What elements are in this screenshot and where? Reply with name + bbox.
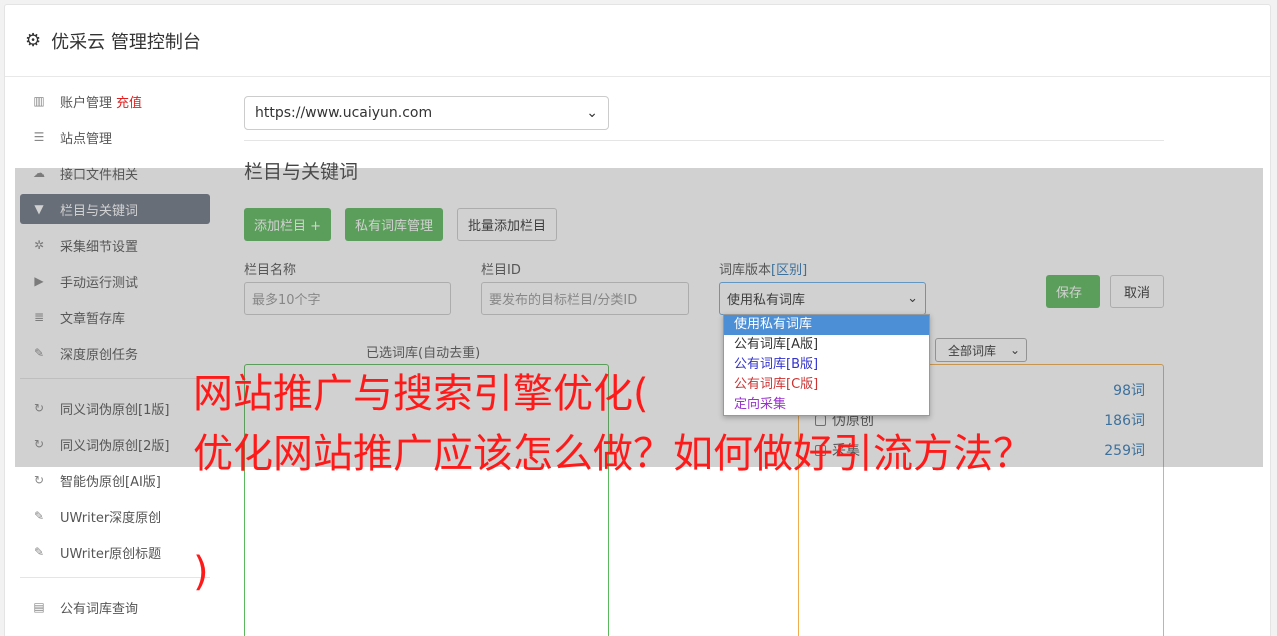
page-header: ⚙ 优采云 管理控制台 [5, 5, 1270, 77]
sidebar-item-public-lib[interactable]: ▤ 公有词库查询 [20, 592, 210, 622]
site-select[interactable]: https://www.ucaiyun.com ⌄ [244, 96, 609, 130]
sidebar-item-label: 账户管理 [60, 95, 113, 111]
headline-line-3: ) [193, 549, 209, 595]
overlay-band [15, 168, 1263, 467]
dropdown-option[interactable]: 公有词库[B版] [724, 355, 929, 375]
sidebar-divider [20, 577, 210, 578]
lib-version-dropdown: 使用私有词库 公有词库[A版] 公有词库[B版] 公有词库[C版] 定向采集 [723, 314, 930, 416]
sidebar-item-label: UWriter深度原创 [60, 510, 162, 526]
page-title: 优采云 管理控制台 [51, 31, 201, 53]
bar-chart-icon: ▥ [33, 94, 45, 108]
sidebar-item-uwriter-deep[interactable]: ✎ UWriter深度原创 [20, 501, 210, 531]
edit-icon: ✎ [33, 509, 45, 523]
dropdown-option[interactable]: 公有词库[C版] [724, 375, 929, 395]
divider [244, 140, 1164, 141]
edit-icon: ✎ [33, 545, 45, 559]
headline-line-1: 网站推广与搜索引擎优化( [193, 371, 649, 417]
headline-line-2: 优化网站推广应该怎么做？如何做好引流方法？ [193, 431, 1033, 477]
gear-icon: ⚙ [25, 30, 42, 51]
server-icon: ☰ [33, 130, 45, 144]
chevron-down-icon: ⌄ [586, 105, 598, 121]
sidebar-item-label: UWriter原创标题 [60, 546, 162, 562]
dropdown-option[interactable]: 定向采集 [724, 395, 929, 415]
site-select-value: https://www.ucaiyun.com [255, 105, 433, 121]
sidebar-item-account[interactable]: ▥ 账户管理 充值 [20, 86, 210, 116]
book-icon: ▤ [33, 600, 45, 614]
recharge-link[interactable]: 充值 [116, 92, 142, 111]
refresh-icon: ↻ [33, 473, 45, 487]
sidebar-item-label: 站点管理 [60, 131, 113, 147]
sidebar-item-label: 智能伪原创[AI版] [60, 474, 161, 490]
dropdown-option[interactable]: 使用私有词库 [724, 315, 929, 335]
dropdown-option[interactable]: 公有词库[A版] [724, 335, 929, 355]
sidebar-item-uwriter-title[interactable]: ✎ UWriter原创标题 [20, 537, 210, 567]
sidebar-item-sites[interactable]: ☰ 站点管理 [20, 122, 210, 152]
sidebar-item-label: 公有词库查询 [60, 601, 139, 617]
sidebar-item-ai-rewrite[interactable]: ↻ 智能伪原创[AI版] [20, 465, 210, 495]
